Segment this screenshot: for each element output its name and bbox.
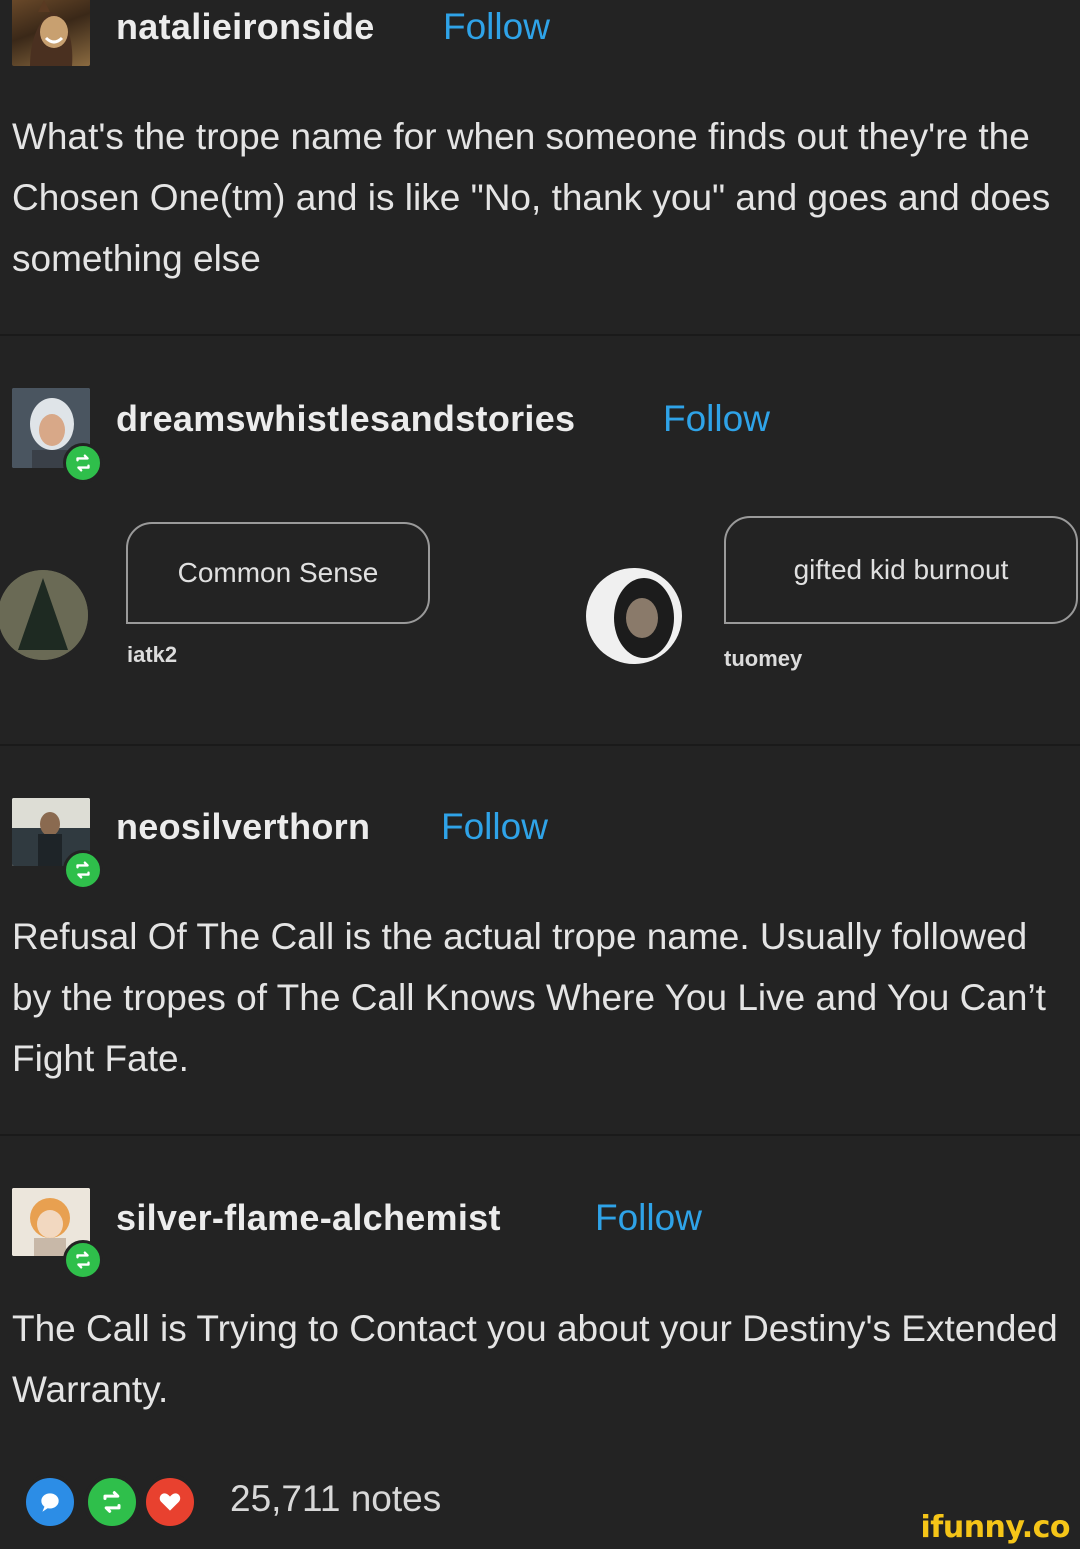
avatar[interactable]: [12, 0, 90, 66]
post-username[interactable]: dreamswhistlesandstories: [116, 398, 575, 440]
follow-button[interactable]: Follow: [663, 398, 770, 440]
heart-icon: [142, 1474, 198, 1530]
notes-count[interactable]: 25,711 notes: [230, 1478, 441, 1520]
post-divider: [0, 1134, 1080, 1136]
reply-icon: [22, 1474, 78, 1530]
chat-name-left: iatk2: [127, 642, 178, 667]
reblog-badge-icon: [63, 850, 103, 890]
chat-bubble-left: Common Sense: [126, 522, 430, 624]
post-body: What's the trope name for when someone f…: [12, 116, 1051, 279]
post-divider: [0, 744, 1080, 746]
follow-button[interactable]: Follow: [595, 1197, 702, 1239]
reblog-icon: [84, 1474, 140, 1530]
reblog-badge-icon: [63, 443, 103, 483]
follow-button[interactable]: Follow: [443, 6, 550, 48]
chat-name-right: tuomey: [724, 646, 803, 671]
follow-button[interactable]: Follow: [441, 806, 548, 848]
post-username[interactable]: natalieironside: [116, 6, 375, 48]
post-body: The Call is Trying to Contact you about …: [12, 1308, 1058, 1410]
chat-bubble-right: gifted kid burnout: [724, 516, 1078, 624]
post-divider: [0, 334, 1080, 336]
iatk2-avatar: [0, 570, 88, 660]
post-username[interactable]: neosilverthorn: [116, 806, 370, 848]
watermark: ifunny.co: [920, 1510, 1071, 1545]
avatar-illustration: [30, 0, 73, 66]
tuomey-avatar: [586, 568, 682, 664]
reblog-badge-icon: [63, 1240, 103, 1280]
post-body: Refusal Of The Call is the actual trope …: [12, 916, 1046, 1079]
post-username[interactable]: silver-flame-alchemist: [116, 1197, 501, 1239]
